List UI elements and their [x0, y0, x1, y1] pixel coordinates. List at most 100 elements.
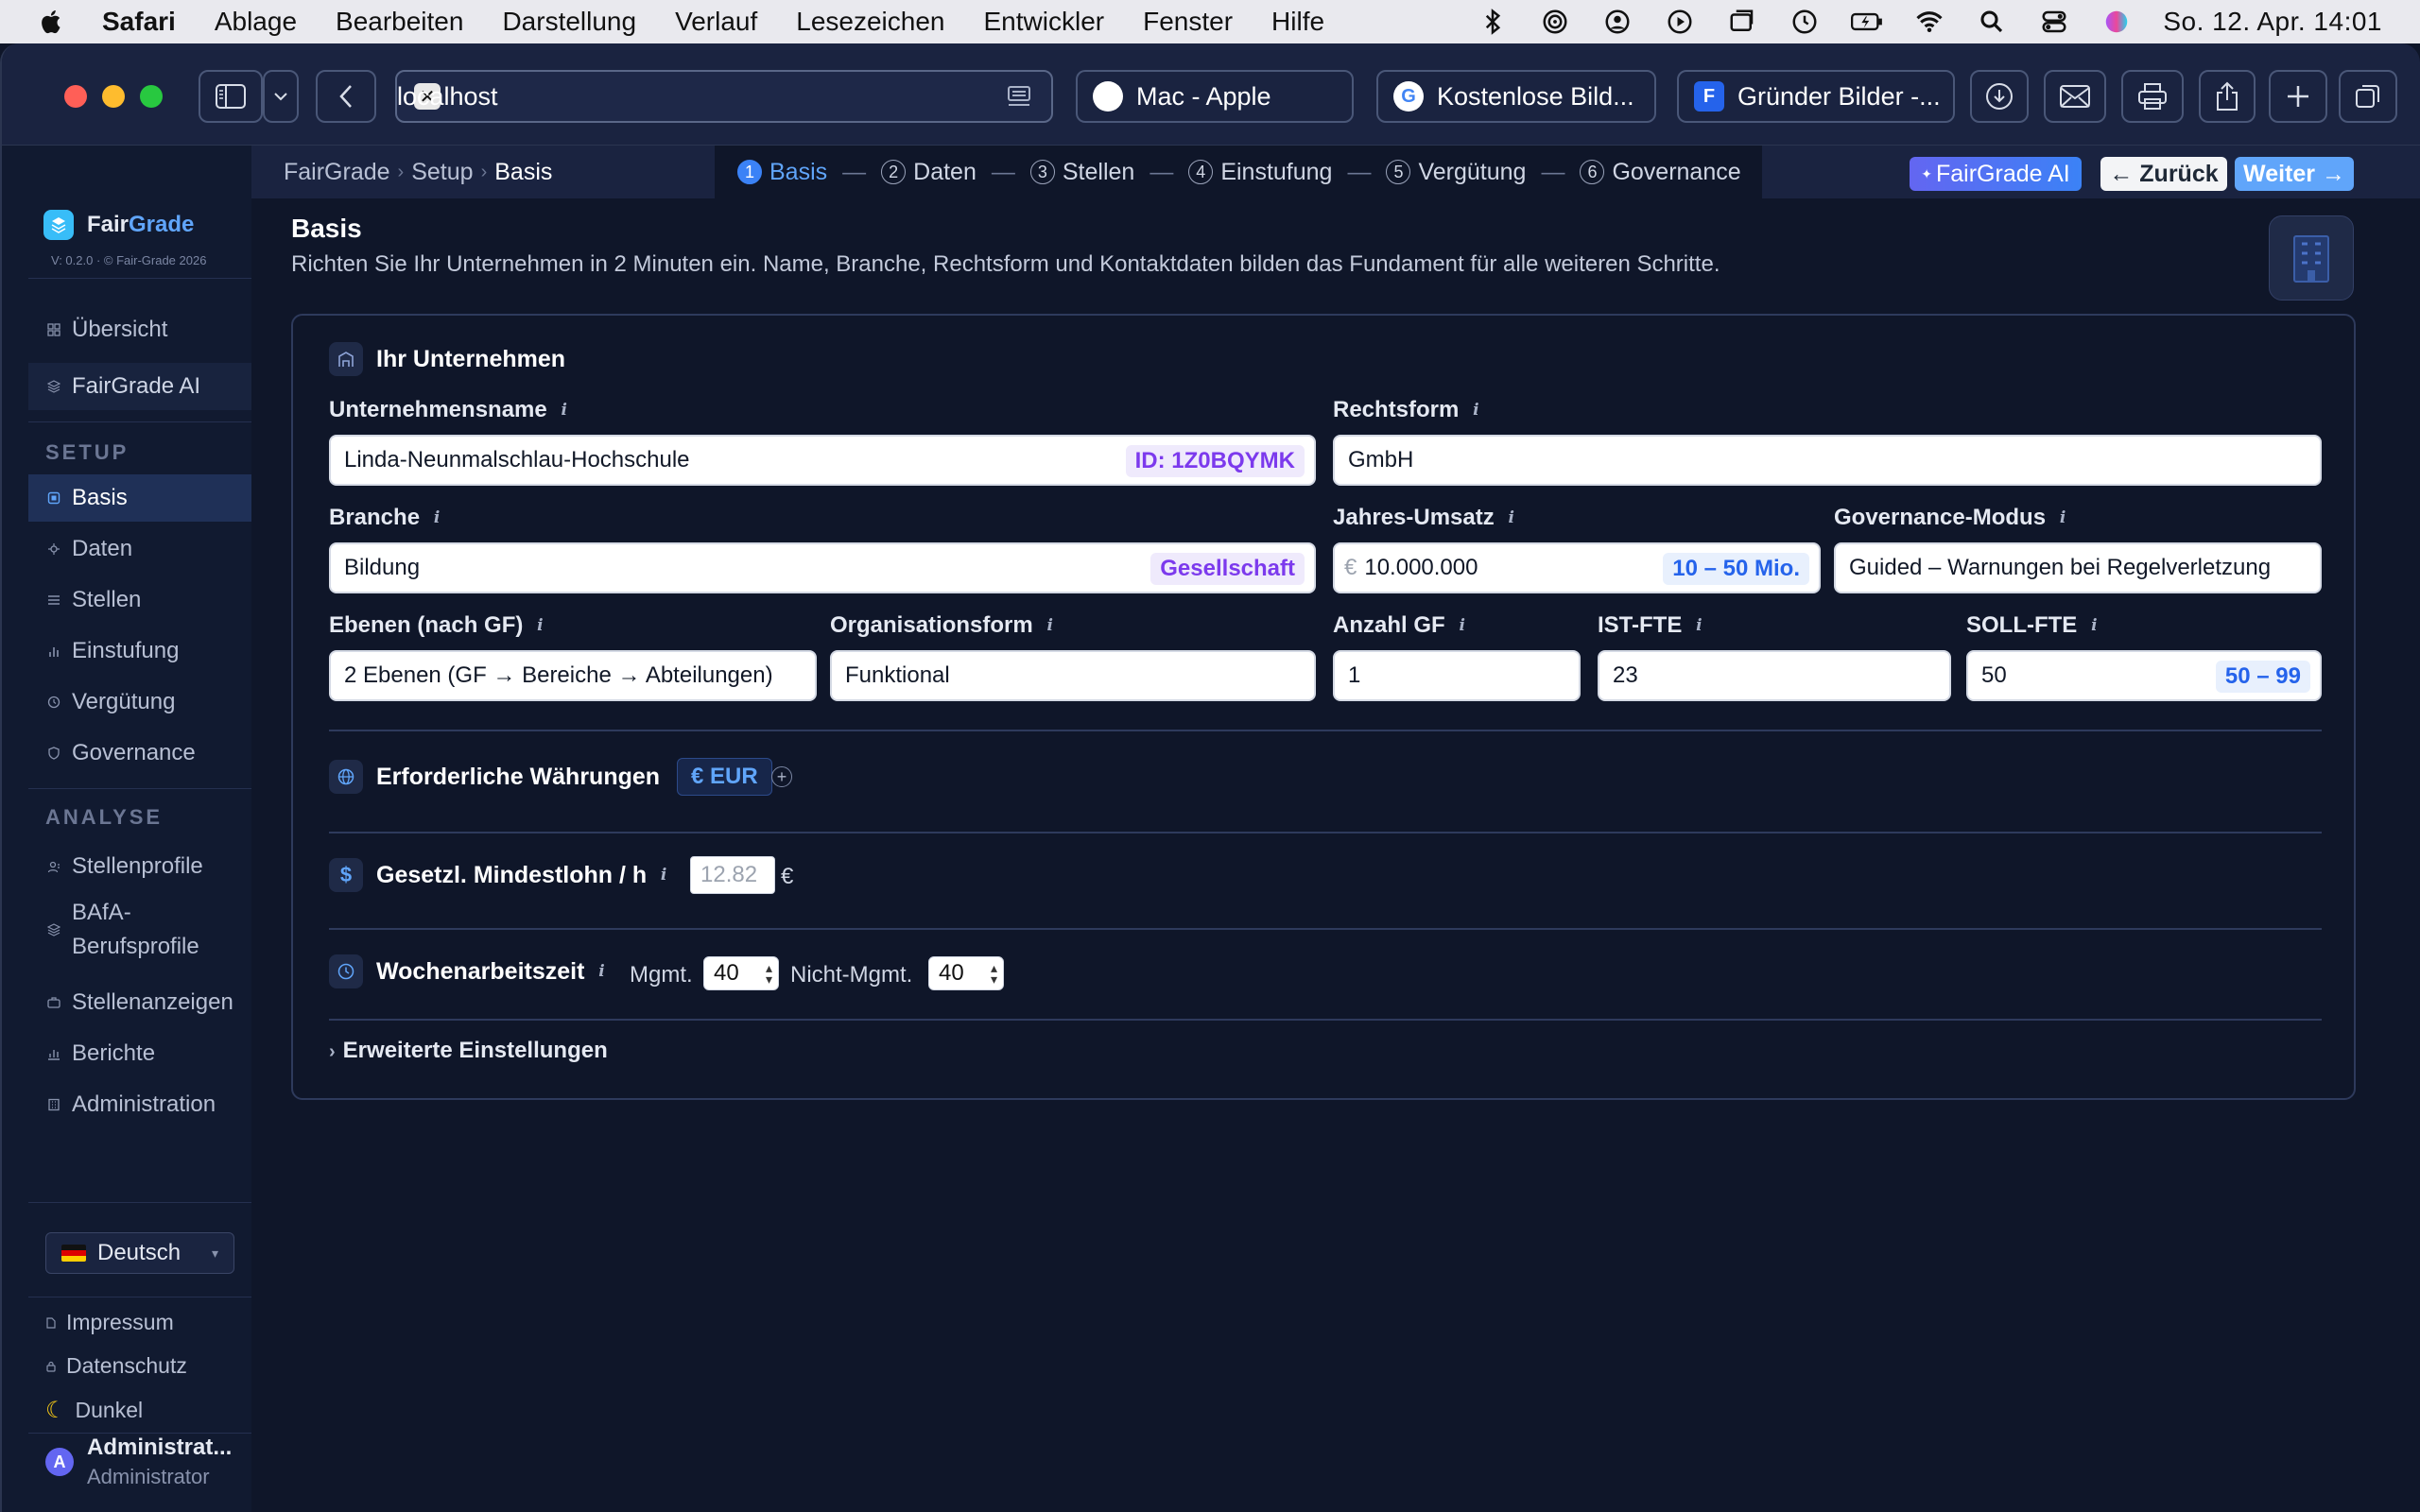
menu-entwickler[interactable]: Entwickler — [984, 7, 1105, 37]
menu-hilfe[interactable]: Hilfe — [1271, 7, 1324, 37]
control-center-icon[interactable] — [2038, 8, 2070, 36]
menu-lesezeichen[interactable]: Lesezeichen — [796, 7, 944, 37]
tab-overview-button[interactable] — [2339, 70, 2397, 123]
info-icon[interactable]: i — [429, 508, 444, 527]
info-icon[interactable]: i — [1504, 508, 1519, 527]
sidebar-item-berichte[interactable]: Berichte — [28, 1030, 251, 1077]
airdrop-icon[interactable] — [1539, 8, 1571, 36]
select-value: Guided – Warnungen bei Regelverletzung — [1849, 555, 2272, 580]
address-bar[interactable]: ✕ localhost — [395, 70, 1053, 123]
datenschutz-link[interactable]: Datenschutz — [45, 1353, 187, 1379]
sidebar-item-governance[interactable]: Governance — [28, 730, 251, 777]
step-stellen[interactable]: 3 Stellen — [1029, 159, 1134, 186]
industry-select[interactable]: Bildung Gesellschaft — [329, 542, 1316, 593]
currency-chip-eur[interactable]: € EUR — [677, 758, 772, 796]
levels-select[interactable]: 2 Ebenen (GF → Bereiche → Abteilungen) — [329, 650, 817, 701]
play-icon[interactable] — [1664, 8, 1696, 36]
close-window-button[interactable] — [64, 85, 87, 108]
info-icon[interactable]: i — [1455, 616, 1470, 635]
sidebar-item-basis[interactable]: Basis — [28, 474, 251, 522]
sidebar-item-daten[interactable]: Daten — [28, 525, 251, 573]
info-icon[interactable]: i — [594, 962, 609, 981]
new-tab-button[interactable] — [2269, 70, 2327, 123]
info-icon[interactable]: i — [656, 866, 671, 885]
governance-mode-select[interactable]: Guided – Warnungen bei Regelverletzung — [1834, 542, 2322, 593]
user-account-icon[interactable] — [1601, 8, 1634, 36]
impressum-link[interactable]: Impressum — [45, 1310, 174, 1335]
tab-gruender-bilder[interactable]: F Gründer Bilder -... — [1677, 70, 1955, 123]
non-mgmt-hours-stepper[interactable]: 40 ▴ ▾ — [928, 956, 1004, 990]
soll-fte-input[interactable]: 50 50 – 99 — [1966, 650, 2322, 701]
siri-icon[interactable] — [2100, 8, 2133, 36]
ist-fte-input[interactable]: 23 — [1598, 650, 1951, 701]
step-governance[interactable]: 6 Governance — [1580, 159, 1741, 186]
tab-mac-apple[interactable]: Mac - Apple — [1076, 70, 1354, 123]
apple-icon[interactable] — [38, 8, 66, 36]
sidebar-item-bafa-berufsprofile[interactable]: BAfA- Berufsprofile — [28, 894, 251, 966]
sidebar-item-stellenprofile[interactable]: Stellenprofile — [28, 843, 251, 890]
mgmt-hours-stepper[interactable]: 40 ▴ ▾ — [703, 956, 779, 990]
step-einstufung[interactable]: 4 Einstufung — [1188, 159, 1332, 186]
minimize-window-button[interactable] — [102, 85, 125, 108]
info-icon[interactable]: i — [1043, 616, 1058, 635]
share-button[interactable] — [2199, 70, 2256, 123]
menubar-clock[interactable]: So. 12. Apr. 14:01 — [2163, 7, 2382, 37]
bluetooth-icon[interactable] — [1477, 8, 1509, 36]
info-icon[interactable]: i — [532, 616, 547, 635]
menu-safari[interactable]: Safari — [102, 7, 176, 37]
sidebar-toggle-button[interactable] — [199, 70, 263, 123]
revenue-input[interactable]: € 10.000.000 10 – 50 Mio. — [1333, 542, 1821, 593]
info-icon[interactable]: i — [1468, 401, 1483, 420]
info-icon[interactable]: i — [1691, 616, 1706, 635]
add-currency-button[interactable]: + — [771, 766, 792, 787]
next-step-button[interactable]: Weiter → — [2235, 157, 2354, 191]
sidebar-item-fairgrade-ai[interactable]: FairGrade AI — [28, 363, 251, 410]
breadcrumb-item[interactable]: FairGrade — [284, 159, 390, 186]
info-icon[interactable]: i — [2055, 508, 2070, 527]
menu-fenster[interactable]: Fenster — [1143, 7, 1233, 37]
mail-button[interactable] — [2044, 70, 2106, 123]
sidebar-item-administration[interactable]: Administration — [28, 1081, 251, 1128]
step-navigation: 1 Basis — 2 Daten — 3 Stellen — 4 Einstufung… — [715, 146, 1762, 198]
step-verguetung[interactable]: 5 Vergütung — [1386, 159, 1526, 186]
fairgrade-ai-button[interactable]: ✦ FairGrade AI — [1910, 157, 2082, 191]
sidebar-item-stellenanzeigen[interactable]: Stellenanzeigen — [28, 979, 251, 1026]
maximize-window-button[interactable] — [140, 85, 163, 108]
menu-ablage[interactable]: Ablage — [215, 7, 297, 37]
window-icon[interactable] — [1726, 8, 1758, 36]
tab-group-dropdown[interactable] — [263, 70, 299, 123]
print-button[interactable] — [2121, 70, 2184, 123]
menu-darstellung[interactable]: Darstellung — [502, 7, 636, 37]
step-basis[interactable]: 1 Basis — [737, 159, 827, 186]
user-menu[interactable]: A Administrat... Administrator — [45, 1435, 232, 1489]
company-name-input[interactable]: Linda-Neunmalschlau-Hochschule ID: 1Z0BQ… — [329, 435, 1316, 486]
back-button[interactable] — [316, 70, 376, 123]
sidebar-item-verguetung[interactable]: Vergütung — [28, 679, 251, 726]
sidebar-item-einstufung[interactable]: Einstufung — [28, 627, 251, 675]
info-icon[interactable]: i — [2086, 616, 2101, 635]
sidebar-item-uebersicht[interactable]: Übersicht — [28, 306, 251, 353]
app-sidebar: FairGrade V: 0.2.0 · © Fair-Grade 2026 Ü… — [2, 146, 251, 1512]
org-form-select[interactable]: Funktional — [830, 650, 1316, 701]
timemachine-icon[interactable] — [1789, 8, 1821, 36]
wifi-icon[interactable] — [1913, 8, 1945, 36]
brand[interactable]: FairGrade — [43, 210, 194, 240]
dark-mode-toggle[interactable]: ☾ Dunkel — [45, 1397, 143, 1424]
menu-verlauf[interactable]: Verlauf — [675, 7, 757, 37]
battery-icon[interactable] — [1851, 8, 1883, 36]
menu-bearbeiten[interactable]: Bearbeiten — [336, 7, 463, 37]
search-icon[interactable] — [1976, 8, 2008, 36]
downloads-button[interactable] — [1970, 70, 2029, 123]
step-daten[interactable]: 2 Daten — [881, 159, 977, 186]
back-step-button[interactable]: ← Zurück — [2100, 157, 2227, 191]
info-icon[interactable]: i — [557, 401, 572, 420]
sidebar-item-stellen[interactable]: Stellen — [28, 576, 251, 624]
language-select[interactable]: Deutsch ▾ — [45, 1232, 234, 1274]
legal-form-select[interactable]: GmbH — [1333, 435, 2322, 486]
gf-count-input[interactable]: 1 — [1333, 650, 1581, 701]
min-wage-input[interactable]: 12.82 — [690, 856, 775, 894]
breadcrumb-item[interactable]: Setup — [411, 159, 473, 186]
reader-icon[interactable] — [1006, 85, 1032, 108]
tab-google-images[interactable]: G Kostenlose Bild... — [1376, 70, 1656, 123]
advanced-settings-toggle[interactable]: › Erweiterte Einstellungen — [329, 1038, 608, 1064]
